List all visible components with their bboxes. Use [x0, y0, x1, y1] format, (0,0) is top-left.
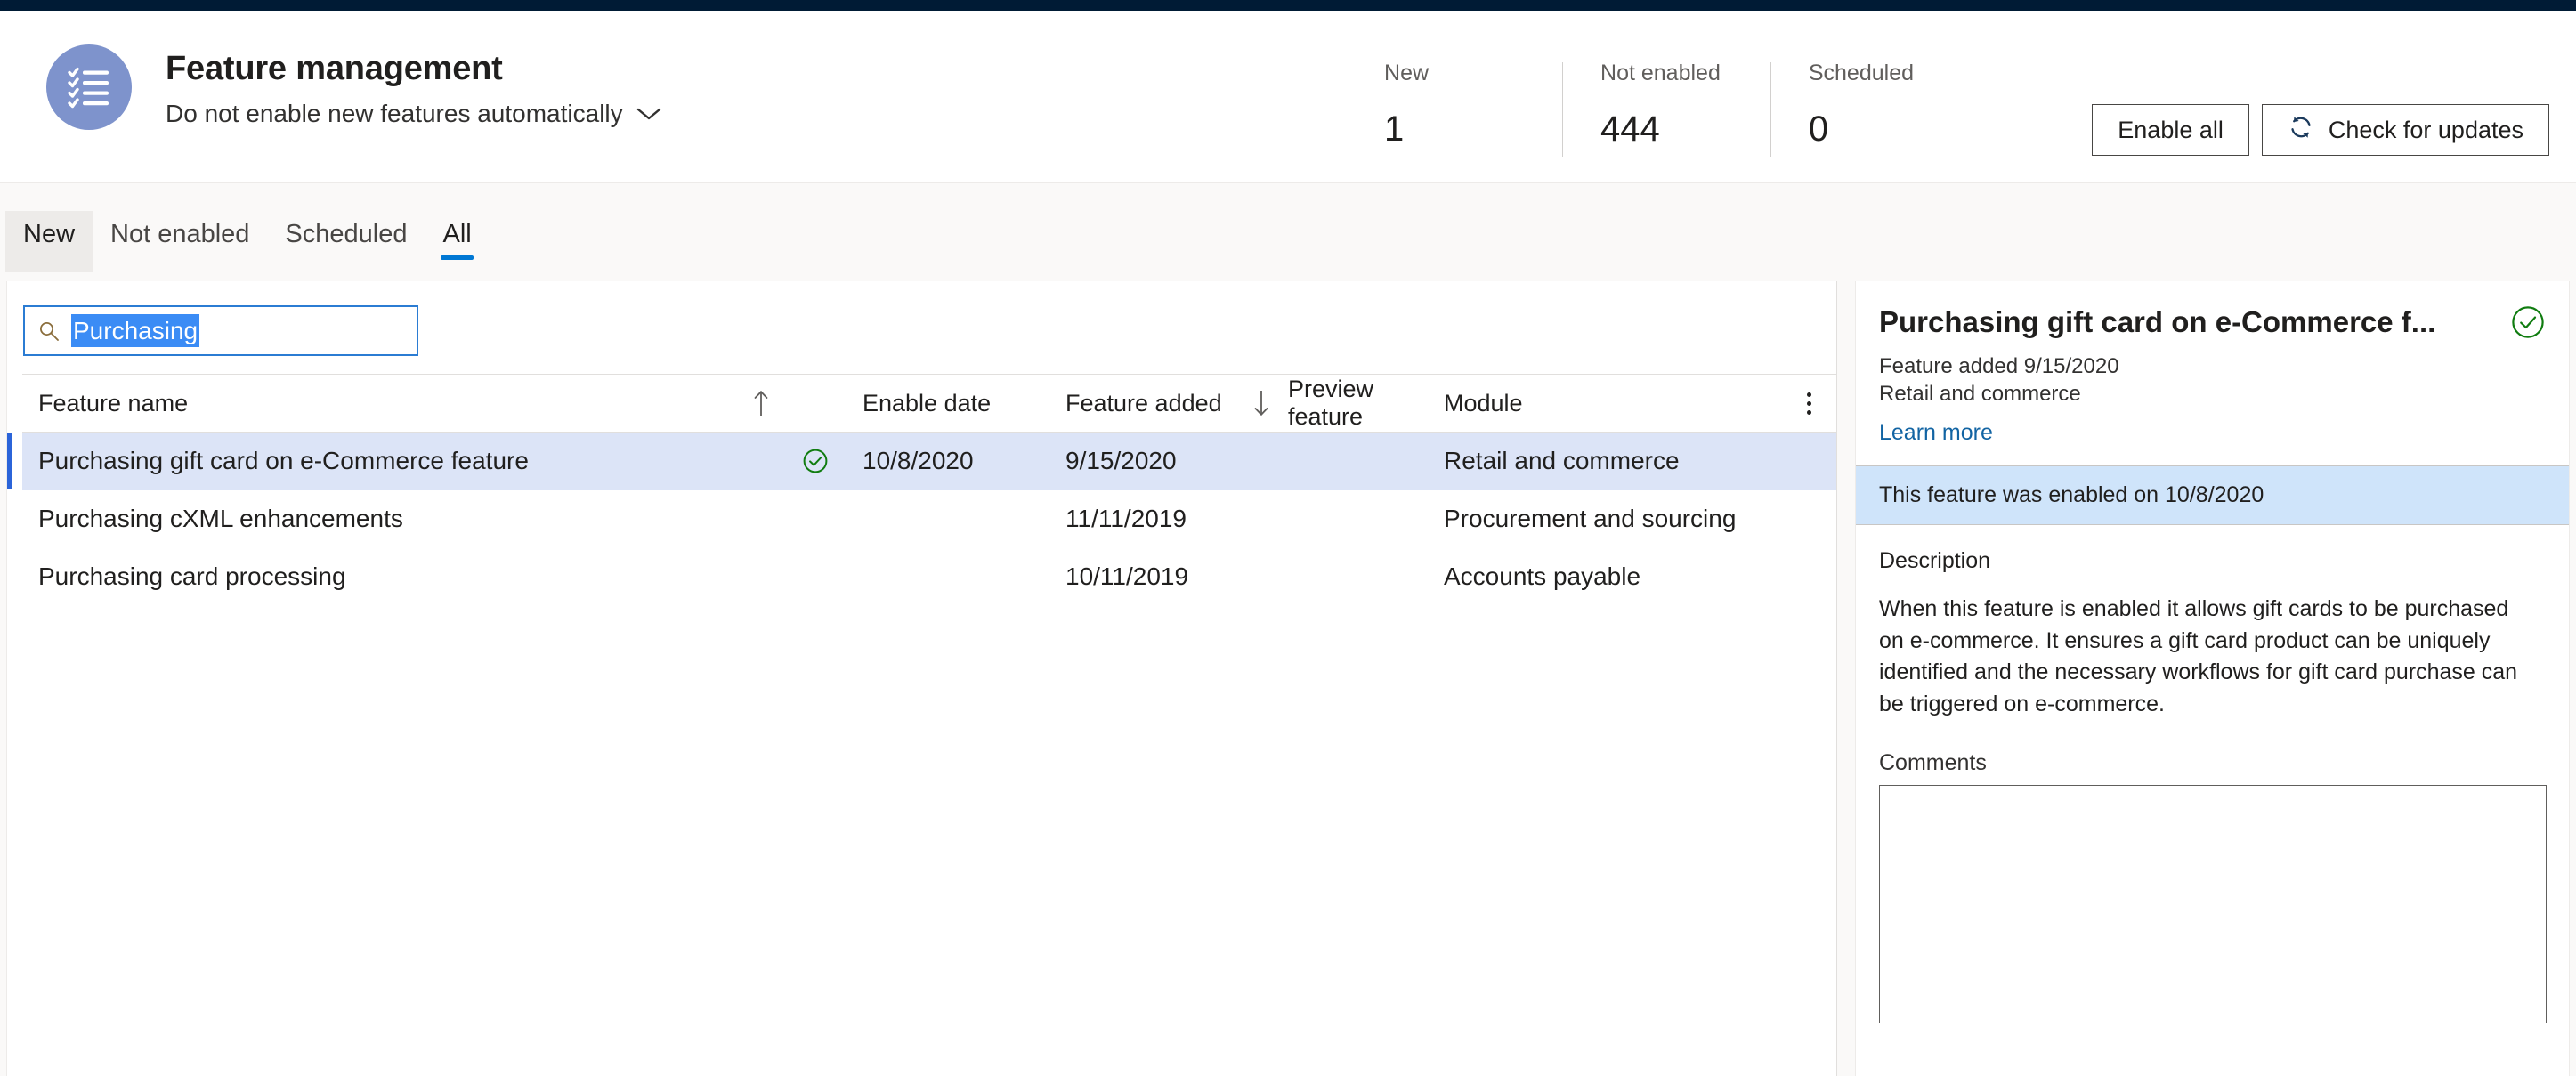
chevron-down-icon — [636, 106, 662, 122]
column-header-feature-added[interactable]: Feature added — [1065, 390, 1235, 417]
column-header-module[interactable]: Module — [1444, 390, 1818, 417]
description-label: Description — [1879, 548, 1991, 574]
stat-scheduled-value: 0 — [1808, 109, 1829, 149]
search-row: Purchasing — [7, 281, 1836, 374]
stat-scheduled-label: Scheduled — [1808, 61, 1914, 85]
detail-module: Retail and commerce — [1879, 382, 2081, 407]
feature-detail-panel: Purchasing gift card on e-Commerce f... … — [1855, 281, 2570, 1076]
header-title-group: Feature management Do not enable new fea… — [166, 44, 662, 128]
table-row[interactable]: Purchasing cXML enhancements 11/11/2019 … — [22, 490, 1836, 548]
column-header-preview-feature-label: Preview feature — [1288, 376, 1374, 430]
tab-all-label: All — [442, 220, 472, 248]
tab-list: New Not enabled Scheduled All — [5, 183, 490, 272]
stat-new-label: New — [1384, 61, 1430, 85]
detail-title: Purchasing gift card on e-Commerce f... — [1879, 305, 2436, 339]
detail-feature-added: Feature added 9/15/2020 — [1879, 354, 2119, 378]
cell-enable-date: 10/8/2020 — [863, 447, 974, 474]
learn-more-link[interactable]: Learn more — [1879, 420, 1993, 446]
tab-scheduled-label: Scheduled — [285, 220, 408, 248]
check-circle-icon — [802, 448, 829, 474]
tab-new[interactable]: New — [5, 211, 93, 272]
app-top-band — [0, 0, 2576, 11]
stat-new-value: 1 — [1384, 109, 1405, 149]
more-vertical-icon[interactable] — [1794, 385, 1824, 421]
enable-all-button[interactable]: Enable all — [2092, 104, 2249, 156]
table-row[interactable]: Purchasing gift card on e-Commerce featu… — [7, 433, 1836, 490]
detail-header: Purchasing gift card on e-Commerce f... … — [1856, 281, 2569, 465]
table-row[interactable]: Purchasing card processing 10/11/2019 Ac… — [22, 548, 1836, 606]
cell-module: Retail and commerce — [1444, 447, 1680, 474]
column-header-feature-name-label: Feature name — [38, 389, 189, 417]
page-header: Feature management Do not enable new fea… — [0, 11, 2576, 183]
feature-table: Feature name Enable date Feature added P… — [7, 374, 1836, 606]
arrow-down-icon — [1235, 388, 1288, 418]
cell-module: Procurement and sourcing — [1444, 505, 1737, 532]
header-identity: Feature management Do not enable new fea… — [46, 44, 662, 130]
enable-all-label: Enable all — [2118, 116, 2224, 143]
table-header-row: Feature name Enable date Feature added P… — [22, 375, 1836, 433]
stat-not-enabled-value: 444 — [1600, 109, 1660, 149]
checklist-icon — [46, 44, 132, 130]
column-header-feature-added-label: Feature added — [1065, 389, 1222, 417]
cell-feature-name: Purchasing card processing — [38, 562, 346, 590]
detail-status-banner: This feature was enabled on 10/8/2020 — [1856, 465, 2569, 526]
detail-body: Description When this feature is enabled… — [1856, 525, 2569, 1028]
tab-new-label: New — [23, 220, 76, 248]
row-enabled-status — [788, 448, 843, 474]
column-header-enable-date-label: Enable date — [863, 389, 992, 417]
tab-all[interactable]: All — [425, 211, 489, 272]
comments-label: Comments — [1879, 750, 1987, 776]
cell-feature-added: 9/15/2020 — [1065, 447, 1177, 474]
check-for-updates-label: Check for updates — [2328, 116, 2523, 143]
cell-feature-added: 11/11/2019 — [1065, 505, 1187, 532]
search-icon — [37, 320, 61, 343]
tab-strip: New Not enabled Scheduled All — [0, 183, 2576, 272]
column-header-enable-date[interactable]: Enable date — [843, 390, 1065, 417]
arrow-up-icon — [734, 388, 788, 418]
cell-feature-added: 10/11/2019 — [1065, 562, 1189, 590]
header-actions: Enable all Check for updates — [2092, 104, 2549, 156]
cell-feature-name: Purchasing gift card on e-Commerce featu… — [38, 447, 529, 474]
feature-list-panel: Purchasing Feature name Enable date Feat… — [6, 281, 1837, 1076]
tab-scheduled[interactable]: Scheduled — [267, 211, 425, 272]
stat-not-enabled-label: Not enabled — [1600, 61, 1721, 85]
search-input-value: Purchasing — [71, 314, 200, 347]
tab-active-indicator — [441, 255, 474, 260]
stat-not-enabled: Not enabled 444 — [1562, 62, 1770, 157]
auto-enable-dropdown[interactable]: Do not enable new features automatically — [166, 100, 662, 128]
stat-scheduled: Scheduled 0 — [1770, 62, 1964, 157]
header-stats: New 1 Not enabled 444 Scheduled 0 — [1384, 62, 1964, 157]
refresh-icon — [2288, 114, 2314, 147]
column-header-module-label: Module — [1444, 389, 1523, 417]
auto-enable-dropdown-label: Do not enable new features automatically — [166, 99, 623, 127]
tab-not-enabled-label: Not enabled — [110, 220, 250, 248]
main-content: Purchasing Feature name Enable date Feat… — [0, 281, 2576, 1076]
description-text: When this feature is enabled it allows g… — [1879, 596, 2518, 716]
check-circle-icon — [2510, 304, 2546, 340]
tab-not-enabled[interactable]: Not enabled — [93, 211, 267, 272]
check-for-updates-button[interactable]: Check for updates — [2261, 104, 2549, 156]
page-title: Feature management — [166, 50, 503, 87]
stat-new: New 1 — [1384, 62, 1562, 157]
column-header-feature-name[interactable]: Feature name — [22, 390, 734, 417]
comments-input[interactable] — [1879, 785, 2547, 1024]
detail-title-row: Purchasing gift card on e-Commerce f... — [1879, 304, 2546, 340]
cell-module: Accounts payable — [1444, 562, 1641, 590]
search-input[interactable]: Purchasing — [23, 305, 418, 356]
cell-feature-name: Purchasing cXML enhancements — [38, 505, 403, 532]
column-header-preview-feature[interactable]: Preview feature — [1288, 376, 1444, 431]
